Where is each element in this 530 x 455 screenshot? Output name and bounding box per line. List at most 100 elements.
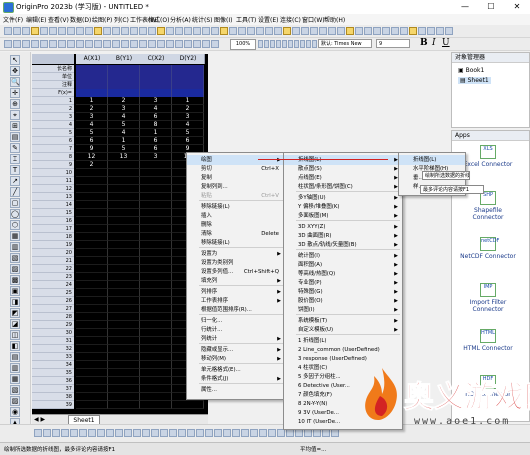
table-cell[interactable]: 2 (76, 105, 108, 113)
table-cell[interactable] (140, 193, 172, 201)
menu-item[interactable]: 格式(O) (148, 15, 169, 24)
tool-icon[interactable]: ⌶ (10, 154, 20, 164)
minimize-button[interactable]: — (452, 0, 478, 14)
drawing-tool-icon[interactable] (196, 429, 204, 437)
toolbar-tool-icon[interactable] (220, 27, 228, 35)
table-cell[interactable] (140, 305, 172, 313)
table-cell[interactable] (108, 241, 140, 249)
table-cell[interactable] (140, 321, 172, 329)
table-cell[interactable] (140, 217, 172, 225)
table-cell[interactable] (108, 257, 140, 265)
toolbar-tool-icon[interactable] (112, 40, 120, 48)
tree-item-sheet1[interactable]: ▤ Sheet1 (458, 77, 491, 84)
table-cell[interactable] (76, 185, 108, 193)
toolbar-tool-icon[interactable] (103, 40, 111, 48)
toolbar-tool-icon[interactable] (58, 40, 66, 48)
app-item[interactable]: XLS Excel Connector (458, 145, 518, 168)
app-item[interactable]: HTML HTML Connector (458, 329, 518, 352)
drawing-tool-icon[interactable] (232, 429, 240, 437)
drawing-tool-icon[interactable] (241, 429, 249, 437)
row-number[interactable]: 1 (32, 97, 74, 105)
toolbar-tool-icon[interactable] (157, 27, 165, 35)
toolbar-tool-icon[interactable] (94, 40, 102, 48)
tool-icon[interactable]: ▨ (10, 396, 20, 406)
table-cell[interactable] (140, 225, 172, 233)
table-cell[interactable] (140, 297, 172, 305)
row-number[interactable]: 9 (32, 161, 74, 169)
header-cell[interactable] (140, 81, 172, 89)
toolbar-tool-icon[interactable] (193, 27, 201, 35)
table-cell[interactable] (108, 345, 140, 353)
row-number[interactable]: 34 (32, 361, 74, 369)
tool-icon[interactable]: ◯ (10, 209, 20, 219)
table-cell[interactable] (140, 329, 172, 337)
toolbar-tool-icon[interactable] (121, 40, 129, 48)
table-cell[interactable] (140, 161, 172, 169)
table-cell[interactable] (108, 329, 140, 337)
table-cell[interactable] (76, 297, 108, 305)
table-cell[interactable]: 9 (76, 145, 108, 153)
table-cell[interactable] (108, 369, 140, 377)
table-cell[interactable] (108, 401, 140, 409)
drawing-tool-icon[interactable] (259, 429, 267, 437)
toolbar-tool-icon[interactable] (328, 27, 336, 35)
row-number[interactable]: 15 (32, 209, 74, 217)
toolbar-tool-icon[interactable] (292, 27, 300, 35)
toolbar-tool-icon[interactable] (31, 27, 39, 35)
column-header[interactable]: D(Y2) (172, 54, 205, 64)
table-cell[interactable] (140, 265, 172, 273)
drawing-tool-icon[interactable] (142, 429, 150, 437)
menu-item[interactable]: 属性... (187, 385, 285, 395)
table-cell[interactable] (108, 217, 140, 225)
toolbar-tool-icon[interactable] (211, 27, 219, 35)
table-cell[interactable]: 13 (108, 153, 140, 161)
table-cell[interactable] (76, 169, 108, 177)
table-cell[interactable]: 5 (76, 129, 108, 137)
table-cell[interactable] (76, 201, 108, 209)
table-cell[interactable] (108, 337, 140, 345)
table-cell[interactable] (140, 273, 172, 281)
drawing-tool-icon[interactable] (295, 429, 303, 437)
table-cell[interactable] (108, 265, 140, 273)
drawing-tool-icon[interactable] (223, 429, 231, 437)
toolbar-tool-icon[interactable] (157, 40, 165, 48)
row-number[interactable]: 5 (32, 129, 74, 137)
row-number[interactable]: 22 (32, 265, 74, 273)
close-button[interactable]: ✕ (504, 0, 530, 14)
table-cell[interactable] (108, 305, 140, 313)
table-cell[interactable] (140, 249, 172, 257)
toolbar-tool-icon[interactable] (175, 27, 183, 35)
drawing-tool-icon[interactable] (61, 429, 69, 437)
tool-icon[interactable]: ▥ (10, 363, 20, 373)
row-number[interactable]: 24 (32, 281, 74, 289)
table-cell[interactable] (108, 201, 140, 209)
row-number[interactable]: 2 (32, 105, 74, 113)
toolbar-tool-icon[interactable] (211, 40, 219, 48)
header-cell[interactable] (108, 65, 140, 73)
table-cell[interactable] (76, 209, 108, 217)
header-cell[interactable] (140, 73, 172, 81)
toolbar-tool-icon[interactable] (13, 40, 21, 48)
tool-icon[interactable]: ◫ (10, 330, 20, 340)
table-cell[interactable] (108, 233, 140, 241)
table-cell[interactable] (108, 321, 140, 329)
table-cell[interactable]: 2 (172, 105, 204, 113)
toolbar-tool-icon[interactable] (94, 27, 102, 35)
toolbar-tool-icon[interactable] (229, 27, 237, 35)
row-number[interactable]: 37 (32, 385, 74, 393)
toolbar-tool-icon[interactable] (294, 40, 299, 48)
table-cell[interactable]: 4 (108, 113, 140, 121)
menu-item[interactable]: 设置(E) (258, 15, 278, 24)
table-cell[interactable] (76, 329, 108, 337)
table-cell[interactable] (140, 377, 172, 385)
toolbar-tool-icon[interactable] (193, 40, 201, 48)
menu-item[interactable]: 编辑(E) (26, 15, 46, 24)
row-number[interactable]: 29 (32, 321, 74, 329)
table-cell[interactable] (140, 337, 172, 345)
table-cell[interactable]: 3 (76, 113, 108, 121)
row-number[interactable]: 3 (32, 113, 74, 121)
table-cell[interactable] (108, 353, 140, 361)
row-number[interactable]: 14 (32, 201, 74, 209)
drawing-tool-icon[interactable] (205, 429, 213, 437)
toolbar-tool-icon[interactable] (139, 40, 147, 48)
